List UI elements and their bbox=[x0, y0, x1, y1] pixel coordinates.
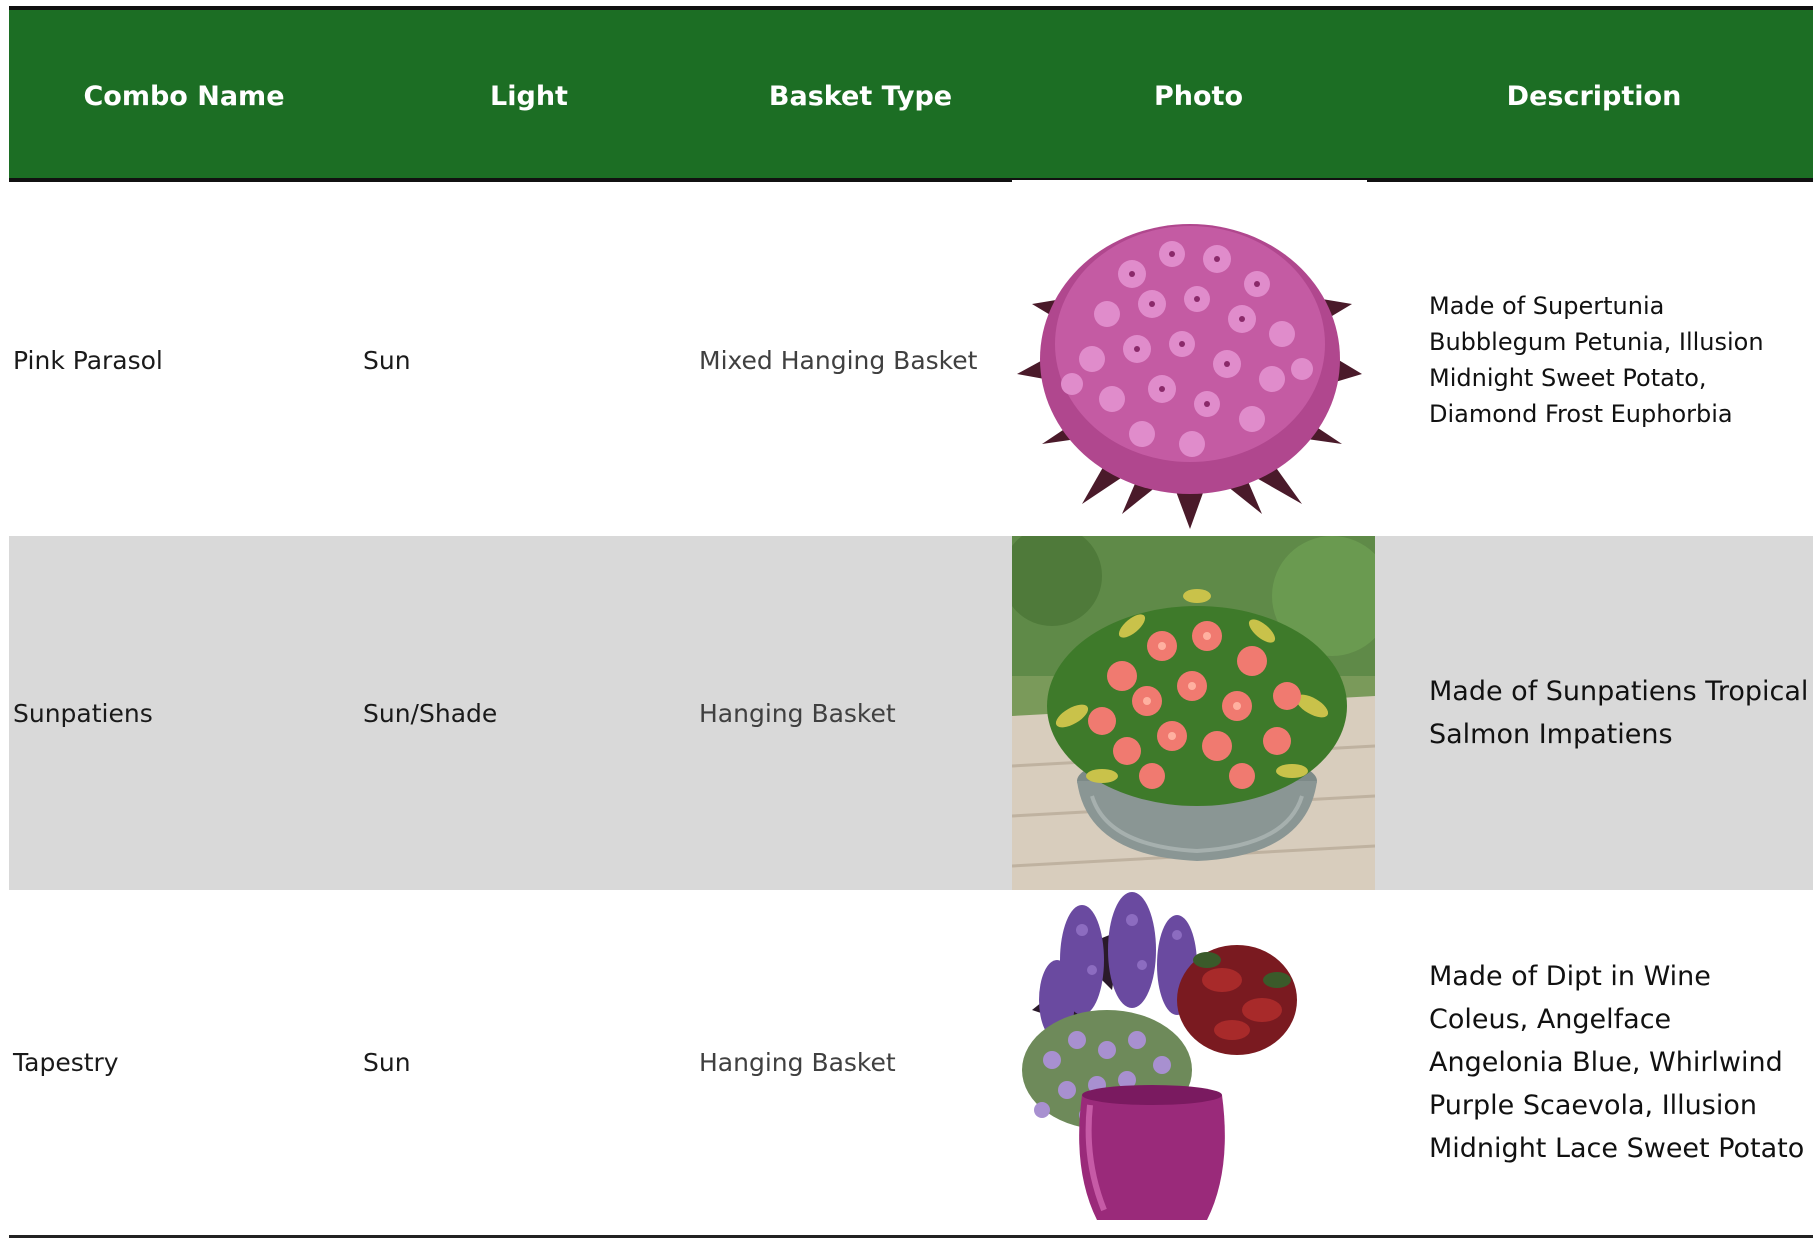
cell-combo-name: Sunpatiens bbox=[13, 698, 153, 728]
header-basket-type: Basket Type bbox=[768, 80, 953, 112]
header-light: Light bbox=[490, 80, 568, 112]
cell-combo-name: Pink Parasol bbox=[13, 345, 163, 375]
cell-basket-type: Hanging Basket bbox=[699, 1048, 896, 1077]
cell-light: Sun bbox=[363, 345, 411, 375]
combo-table: Combo Name Light Basket Type Photo Descr… bbox=[0, 0, 1813, 1238]
table-header: Combo Name Light Basket Type Photo Descr… bbox=[9, 6, 1813, 182]
table-row: Sunpatiens Sun/Shade Hanging Basket Made… bbox=[9, 536, 1813, 890]
pink-petunia-basket-photo-icon bbox=[1012, 184, 1368, 536]
cell-description: Made of Sunpatiens Tropical Salmon Impat… bbox=[1429, 675, 1809, 750]
header-photo: Photo bbox=[1153, 80, 1243, 112]
purple-mixed-planter-photo-icon bbox=[1012, 890, 1312, 1235]
cell-basket-type: Hanging Basket bbox=[699, 698, 896, 728]
cell-basket-type: Mixed Hanging Basket bbox=[699, 345, 978, 375]
cell-light: Sun bbox=[363, 1048, 411, 1077]
header-description: Description bbox=[1506, 80, 1682, 112]
cell-combo-name: Tapestry bbox=[13, 1048, 119, 1077]
cell-description: Made of Supertunia Bubblegum Petunia, Il… bbox=[1429, 292, 1764, 428]
cell-light: Sun/Shade bbox=[363, 698, 498, 728]
header-combo-name: Combo Name bbox=[83, 80, 285, 112]
table-row: Pink Parasol Sun Mixed Hanging Basket Ma… bbox=[9, 184, 1813, 536]
table-row: Tapestry Sun Hanging Basket Made of Dipt… bbox=[9, 890, 1813, 1235]
salmon-impatiens-pot-photo-icon bbox=[1012, 536, 1375, 890]
cell-description: Made of Dipt in Wine Coleus, Angelface A… bbox=[1429, 960, 1805, 1165]
